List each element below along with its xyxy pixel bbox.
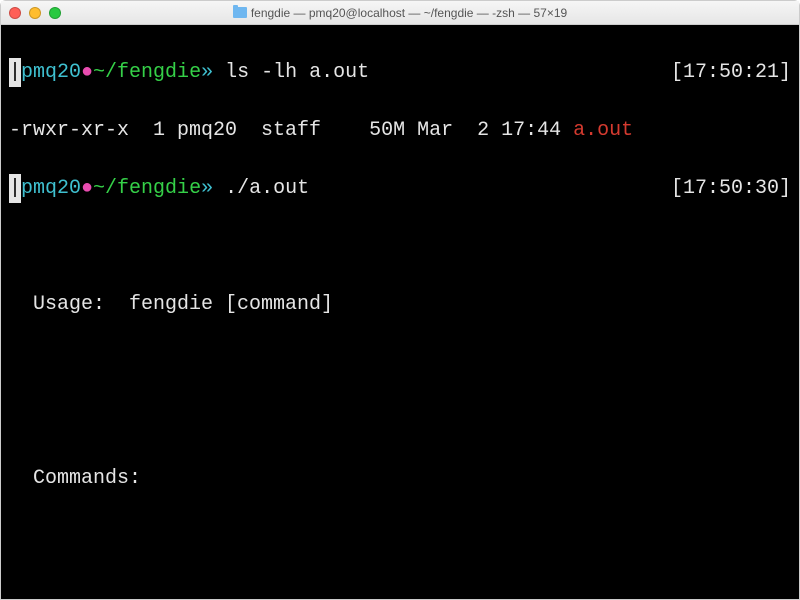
folder-icon <box>233 7 247 18</box>
prompt-arrow: » <box>201 61 225 84</box>
prompt-line-2: |pmq20●~/fengdie» ./a.out [17:50:30] <box>9 174 791 203</box>
traffic-lights <box>9 7 61 19</box>
prompt-dot: ● <box>81 61 93 84</box>
usage-line: Usage: fengdie [command] <box>9 290 791 319</box>
timestamp: [17:50:21] <box>671 58 791 87</box>
prompt-user: pmq20 <box>21 61 81 84</box>
ls-mid: 1 pmq20 staff 50M Mar 2 17:44 <box>129 116 573 145</box>
ls-perms: -rwxr-xr-x <box>9 116 129 145</box>
prompt-line-1: |pmq20●~/fengdie» ls -lh a.out [17:50:21] <box>9 58 791 87</box>
blank-line <box>9 348 791 377</box>
commands-header: Commands: <box>9 464 791 493</box>
commands-table: settings [options]开发者设置 init [options]初始… <box>9 580 791 599</box>
window-title-text: fengdie — pmq20@localhost — ~/fengdie — … <box>251 6 567 20</box>
titlebar[interactable]: fengdie — pmq20@localhost — ~/fengdie — … <box>1 1 799 25</box>
prompt-dot: ● <box>81 177 93 200</box>
prompt-path: ~/fengdie <box>93 61 201 84</box>
window-title: fengdie — pmq20@localhost — ~/fengdie — … <box>1 6 799 20</box>
command-text: ./a.out <box>225 177 309 200</box>
terminal-window: fengdie — pmq20@localhost — ~/fengdie — … <box>0 0 800 600</box>
blank-line <box>9 232 791 261</box>
command-text: ls -lh a.out <box>225 61 369 84</box>
blank-line <box>9 522 791 551</box>
maximize-icon[interactable] <box>49 7 61 19</box>
ls-filename: a.out <box>573 116 633 145</box>
blank-line <box>9 406 791 435</box>
prompt-user: pmq20 <box>21 177 81 200</box>
terminal-body[interactable]: |pmq20●~/fengdie» ls -lh a.out[17:50:21]… <box>1 25 799 599</box>
prompt-path: ~/fengdie <box>93 177 201 200</box>
minimize-icon[interactable] <box>29 7 41 19</box>
close-icon[interactable] <box>9 7 21 19</box>
timestamp: [17:50:30] <box>671 174 791 203</box>
prompt-arrow: » <box>201 177 225 200</box>
ls-output-line: -rwxr-xr-x 1 pmq20 staff 50M Mar 2 17:44… <box>9 116 791 145</box>
cursor: | <box>9 58 21 87</box>
cursor: | <box>9 174 21 203</box>
